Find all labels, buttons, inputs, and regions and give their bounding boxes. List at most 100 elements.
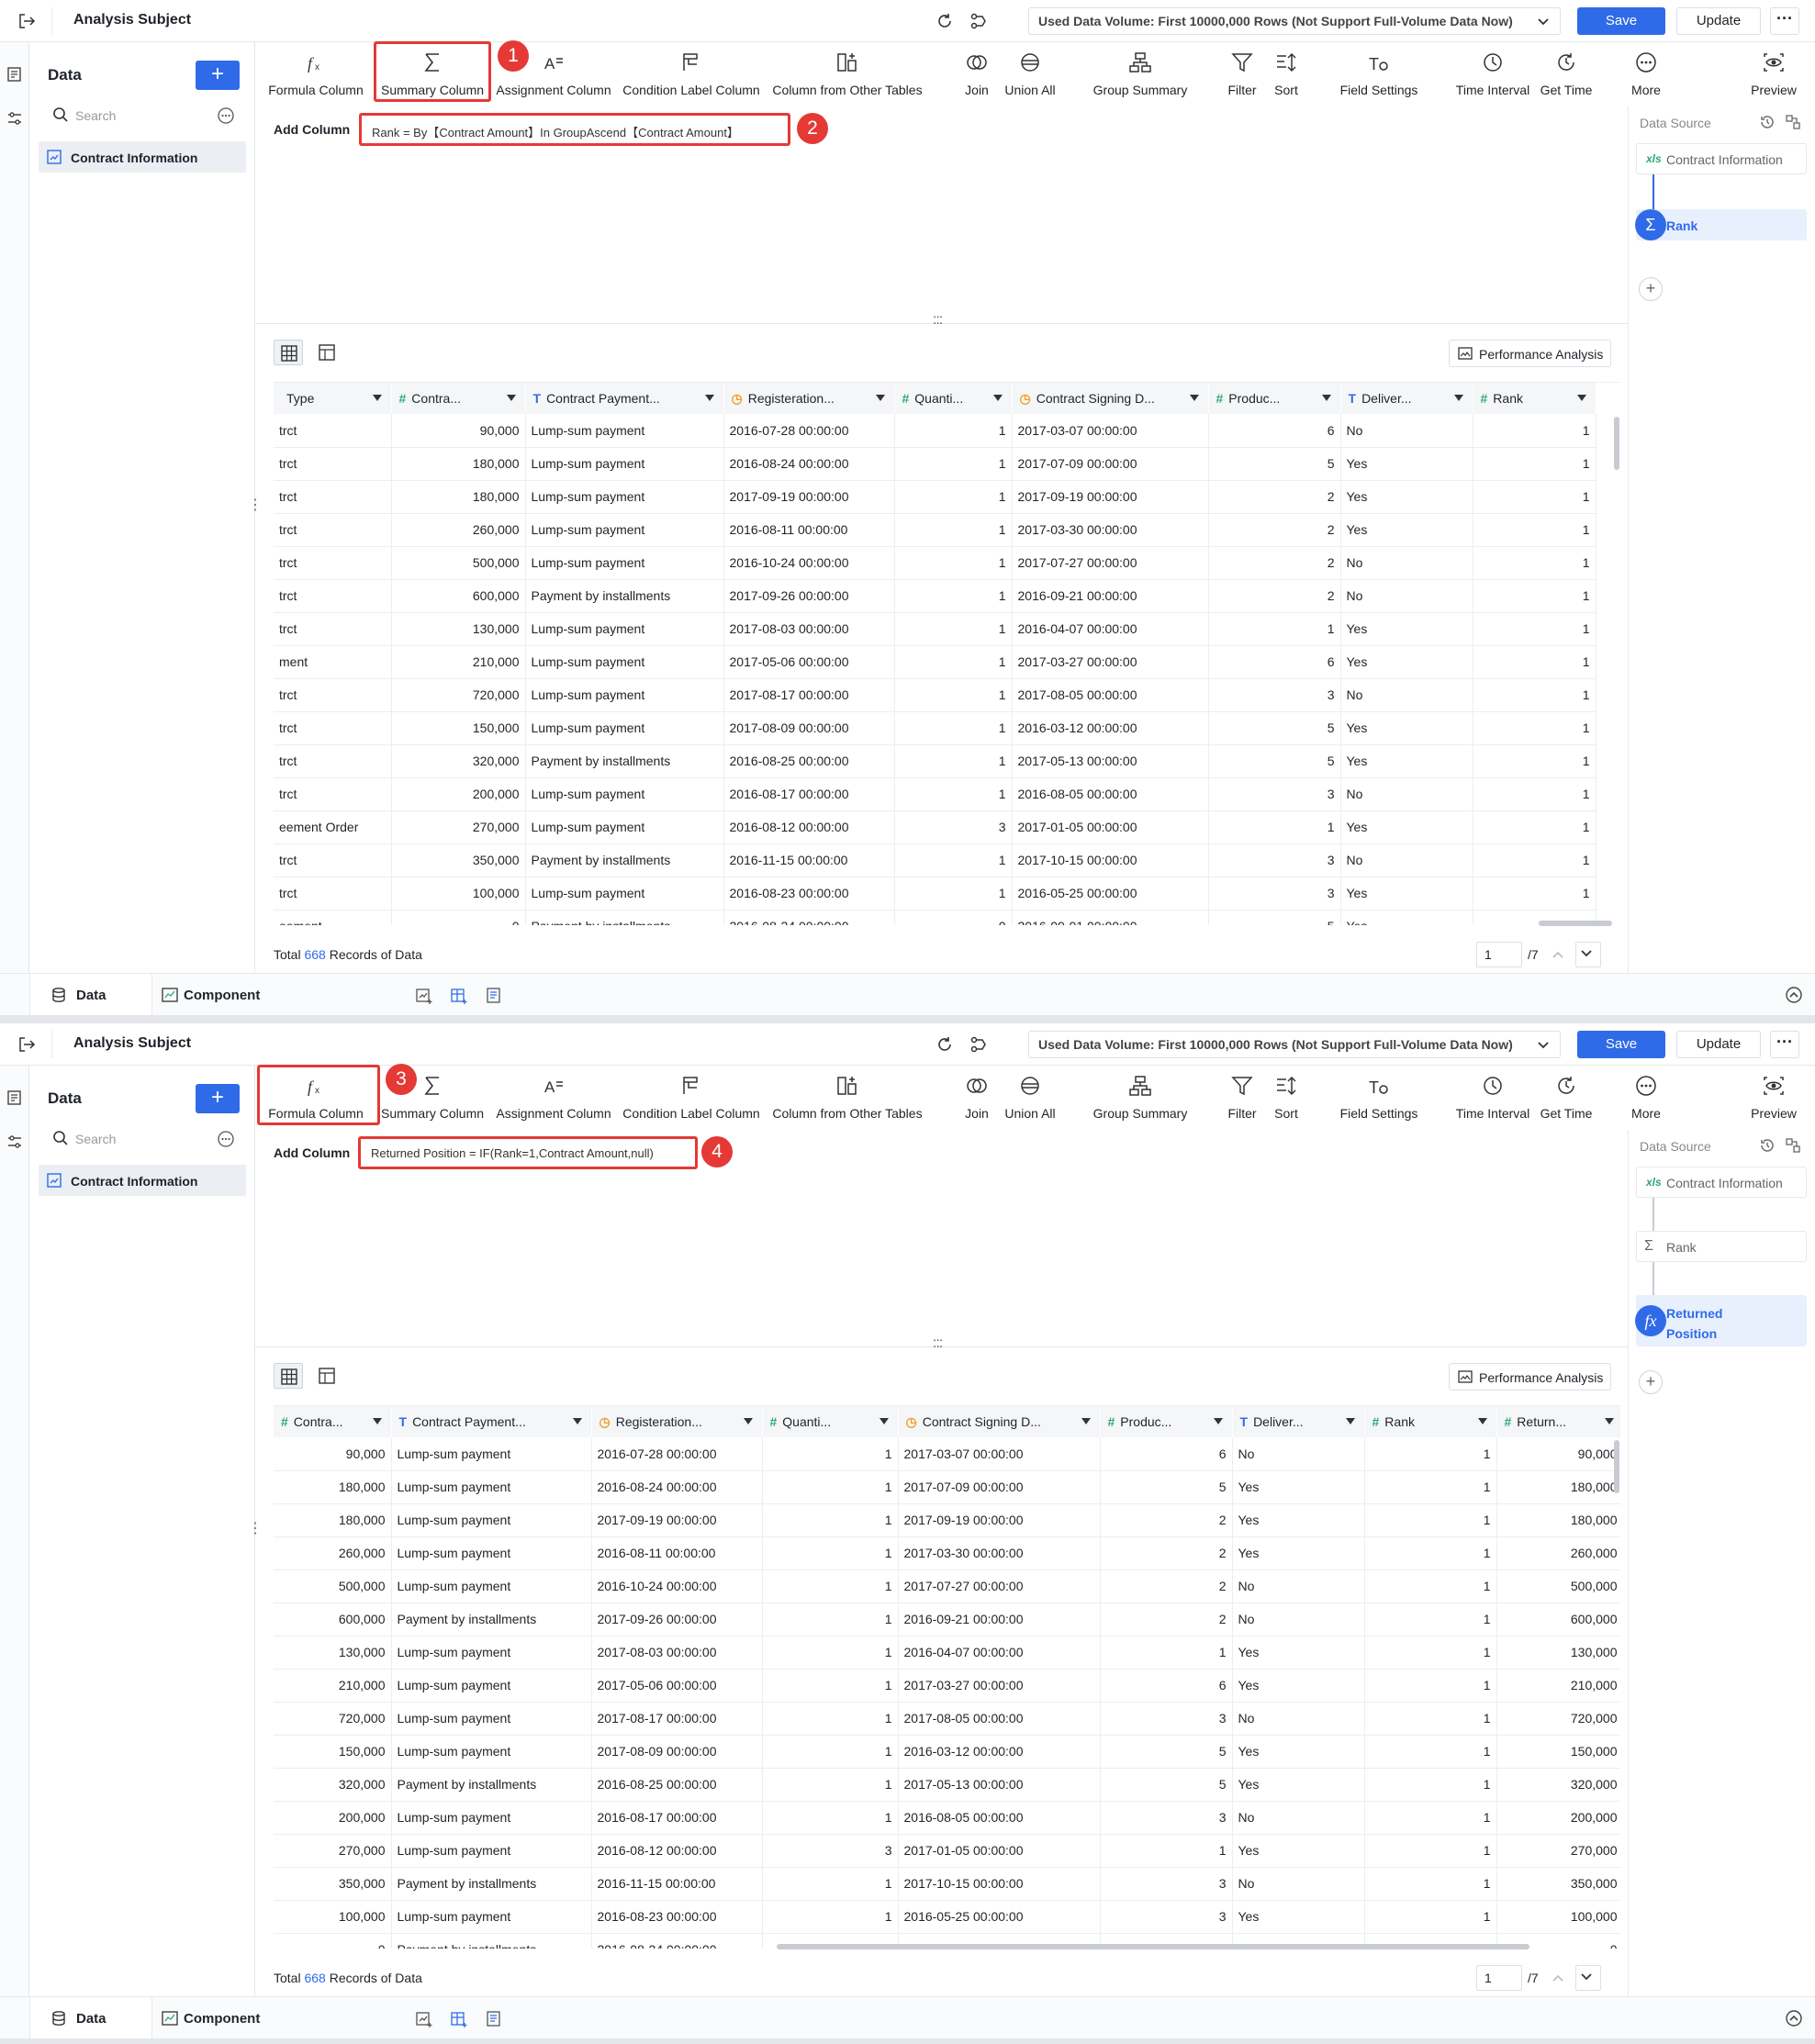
add-data-button[interactable]: +: [196, 61, 240, 90]
caret-down-icon[interactable]: [743, 1418, 753, 1424]
table-row[interactable]: 260,000 Lump-sum payment 2016-08-11 00:00:…: [274, 1536, 1620, 1570]
table-row[interactable]: trct 500,000 Lump-sum payment 2016-10-24 00…: [274, 546, 1597, 580]
horizontal-scrollbar[interactable]: [777, 1944, 1529, 1949]
tool-condition[interactable]: Condition Label Column: [622, 1066, 760, 1130]
table-row[interactable]: 180,000 Lump-sum payment 2016-08-24 00:00:…: [274, 1470, 1620, 1504]
tool-field-settings[interactable]: T Field Settings: [1333, 42, 1425, 106]
table-row[interactable]: 180,000 Lump-sum payment 2017-09-19 00:00:…: [274, 1503, 1620, 1537]
sidebar-item-contract-information[interactable]: Contract Information: [39, 1165, 246, 1196]
resize-handle[interactable]: :::: [933, 1335, 943, 1352]
add-chart-icon[interactable]: [415, 2010, 433, 2028]
flow-node-returned-position[interactable]: fx Returned Position: [1635, 1295, 1807, 1346]
layout-toggle-icon[interactable]: [1785, 114, 1801, 130]
caret-down-icon[interactable]: [1189, 395, 1199, 401]
column-header[interactable]: # Quanti...: [762, 1406, 899, 1437]
caret-down-icon[interactable]: [1081, 1418, 1091, 1424]
tool-preview[interactable]: Preview: [1728, 42, 1815, 106]
column-header[interactable]: # Produc...: [1100, 1406, 1233, 1437]
more-options-button[interactable]: ···: [1770, 1031, 1799, 1058]
prev-page-button[interactable]: [1548, 1969, 1566, 1987]
exit-icon[interactable]: [17, 11, 37, 31]
column-header[interactable]: # Rank: [1364, 1406, 1497, 1437]
tab-data[interactable]: Data: [29, 1997, 152, 2038]
add-step-button[interactable]: +: [1639, 1370, 1663, 1394]
collapse-icon[interactable]: [1785, 986, 1803, 1004]
layout-toggle-icon[interactable]: [1785, 1137, 1801, 1154]
resize-handle[interactable]: :::: [933, 312, 943, 329]
add-step-button[interactable]: +: [1639, 277, 1663, 301]
flow-node-source[interactable]: xls Contract Information: [1636, 1167, 1807, 1198]
update-button[interactable]: Update: [1676, 7, 1761, 35]
tool-more[interactable]: More: [1600, 1066, 1692, 1130]
table-row[interactable]: trct 200,000 Lump-sum payment 2016-08-17 00…: [274, 777, 1597, 811]
table-row[interactable]: 350,000 Payment by installments 2016-11-15…: [274, 1867, 1620, 1901]
table-row[interactable]: 200,000 Lump-sum payment 2016-08-17 00:00:…: [274, 1801, 1620, 1835]
table-row[interactable]: trct 600,000 Payment by installments 2017-0…: [274, 579, 1597, 613]
column-header[interactable]: T Deliver...: [1232, 1406, 1365, 1437]
column-header[interactable]: ◷ Registeration...: [591, 1406, 763, 1437]
column-header[interactable]: # Quanti...: [894, 383, 1013, 414]
settings-panel-icon[interactable]: [6, 1134, 23, 1150]
tool-group[interactable]: Group Summary: [1093, 42, 1187, 106]
caret-down-icon[interactable]: [1477, 1418, 1487, 1424]
data-volume-select[interactable]: Used Data Volume: First 10000,000 Rows (…: [1028, 1031, 1561, 1058]
ellipsis-icon[interactable]: [217, 1130, 235, 1148]
column-header[interactable]: ◷ Contract Signing D...: [898, 1406, 1101, 1437]
add-report-icon[interactable]: [485, 2010, 503, 2028]
history-icon[interactable]: [1759, 1137, 1776, 1154]
settings-panel-icon[interactable]: [6, 110, 23, 127]
table-row[interactable]: trct 90,000 Lump-sum payment 2016-07-28 00:…: [274, 414, 1597, 448]
history-icon[interactable]: [1759, 114, 1776, 130]
caret-down-icon[interactable]: [1213, 1418, 1223, 1424]
performance-analysis-button[interactable]: Performance Analysis: [1449, 1363, 1611, 1391]
tab-component[interactable]: Component: [152, 1997, 281, 2038]
tool-formula[interactable]: f x Formula Column: [268, 42, 363, 106]
caret-down-icon[interactable]: [879, 1418, 889, 1424]
table-row[interactable]: 270,000 Lump-sum payment 2016-08-12 00:00:…: [274, 1834, 1620, 1868]
caret-down-icon[interactable]: [372, 1418, 382, 1424]
tab-component[interactable]: Component: [152, 974, 281, 1015]
table-row[interactable]: 130,000 Lump-sum payment 2017-08-03 00:00:…: [274, 1636, 1620, 1670]
performance-analysis-button[interactable]: Performance Analysis: [1449, 340, 1611, 367]
table-row[interactable]: trct 320,000 Payment by installments 2016-0…: [274, 744, 1597, 778]
tool-assignment[interactable]: A Assignment Column: [496, 1066, 611, 1130]
exit-icon[interactable]: [17, 1034, 37, 1055]
table-row[interactable]: 150,000 Lump-sum payment 2017-08-09 00:00:…: [274, 1735, 1620, 1769]
next-page-button[interactable]: [1575, 1965, 1601, 1991]
search-input[interactable]: [75, 106, 204, 125]
table-row[interactable]: trct 180,000 Lump-sum payment 2017-09-19 00…: [274, 480, 1597, 514]
add-data-button[interactable]: +: [196, 1084, 240, 1113]
column-header[interactable]: ◷ Contract Signing D...: [1012, 383, 1209, 414]
vertical-scrollbar[interactable]: [1614, 417, 1619, 470]
save-button[interactable]: Save: [1577, 1031, 1665, 1058]
more-options-button[interactable]: ···: [1770, 7, 1799, 35]
add-chart-icon[interactable]: [415, 987, 433, 1005]
column-header[interactable]: T Contract Payment...: [525, 383, 724, 414]
column-header[interactable]: # Rank: [1473, 383, 1597, 414]
table-row[interactable]: trct 150,000 Lump-sum payment 2017-08-09 00…: [274, 711, 1597, 745]
caret-down-icon[interactable]: [1345, 1418, 1355, 1424]
column-header[interactable]: T Deliver...: [1340, 383, 1473, 414]
table-row[interactable]: 720,000 Lump-sum payment 2017-08-17 00:00:…: [274, 1702, 1620, 1736]
tool-get-time[interactable]: Get Time: [1520, 42, 1612, 106]
grid-view-button[interactable]: [274, 1363, 303, 1389]
table-row[interactable]: 100,000 Lump-sum payment 2016-08-23 00:00:…: [274, 1900, 1620, 1934]
flow-node-rank[interactable]: Σ Rank: [1636, 1231, 1807, 1262]
sidebar-item-contract-information[interactable]: Contract Information: [39, 141, 246, 173]
update-button[interactable]: Update: [1676, 1031, 1761, 1058]
search-input[interactable]: [75, 1130, 204, 1148]
add-report-icon[interactable]: [485, 987, 503, 1005]
tool-get-time[interactable]: Get Time: [1520, 1066, 1612, 1130]
column-header[interactable]: ◷ Registeration...: [723, 383, 895, 414]
tool-preview[interactable]: Preview: [1728, 1066, 1815, 1130]
page-input[interactable]: 1: [1476, 1965, 1522, 1991]
lineage-icon[interactable]: [969, 11, 990, 31]
table-row[interactable]: trct 100,000 Lump-sum payment 2016-08-23 00…: [274, 877, 1597, 910]
table-row[interactable]: trct 180,000 Lump-sum payment 2016-08-24 00…: [274, 447, 1597, 481]
caret-down-icon[interactable]: [1604, 1418, 1614, 1424]
tool-condition[interactable]: Condition Label Column: [622, 42, 760, 106]
table-row[interactable]: ment 210,000 Lump-sum payment 2017-05-06 00…: [274, 645, 1597, 679]
table-row[interactable]: 210,000 Lump-sum payment 2017-05-06 00:00:…: [274, 1669, 1620, 1703]
table-row[interactable]: eement0Payment by installments2016-08-24…: [274, 910, 1597, 925]
caret-down-icon[interactable]: [1321, 395, 1331, 401]
